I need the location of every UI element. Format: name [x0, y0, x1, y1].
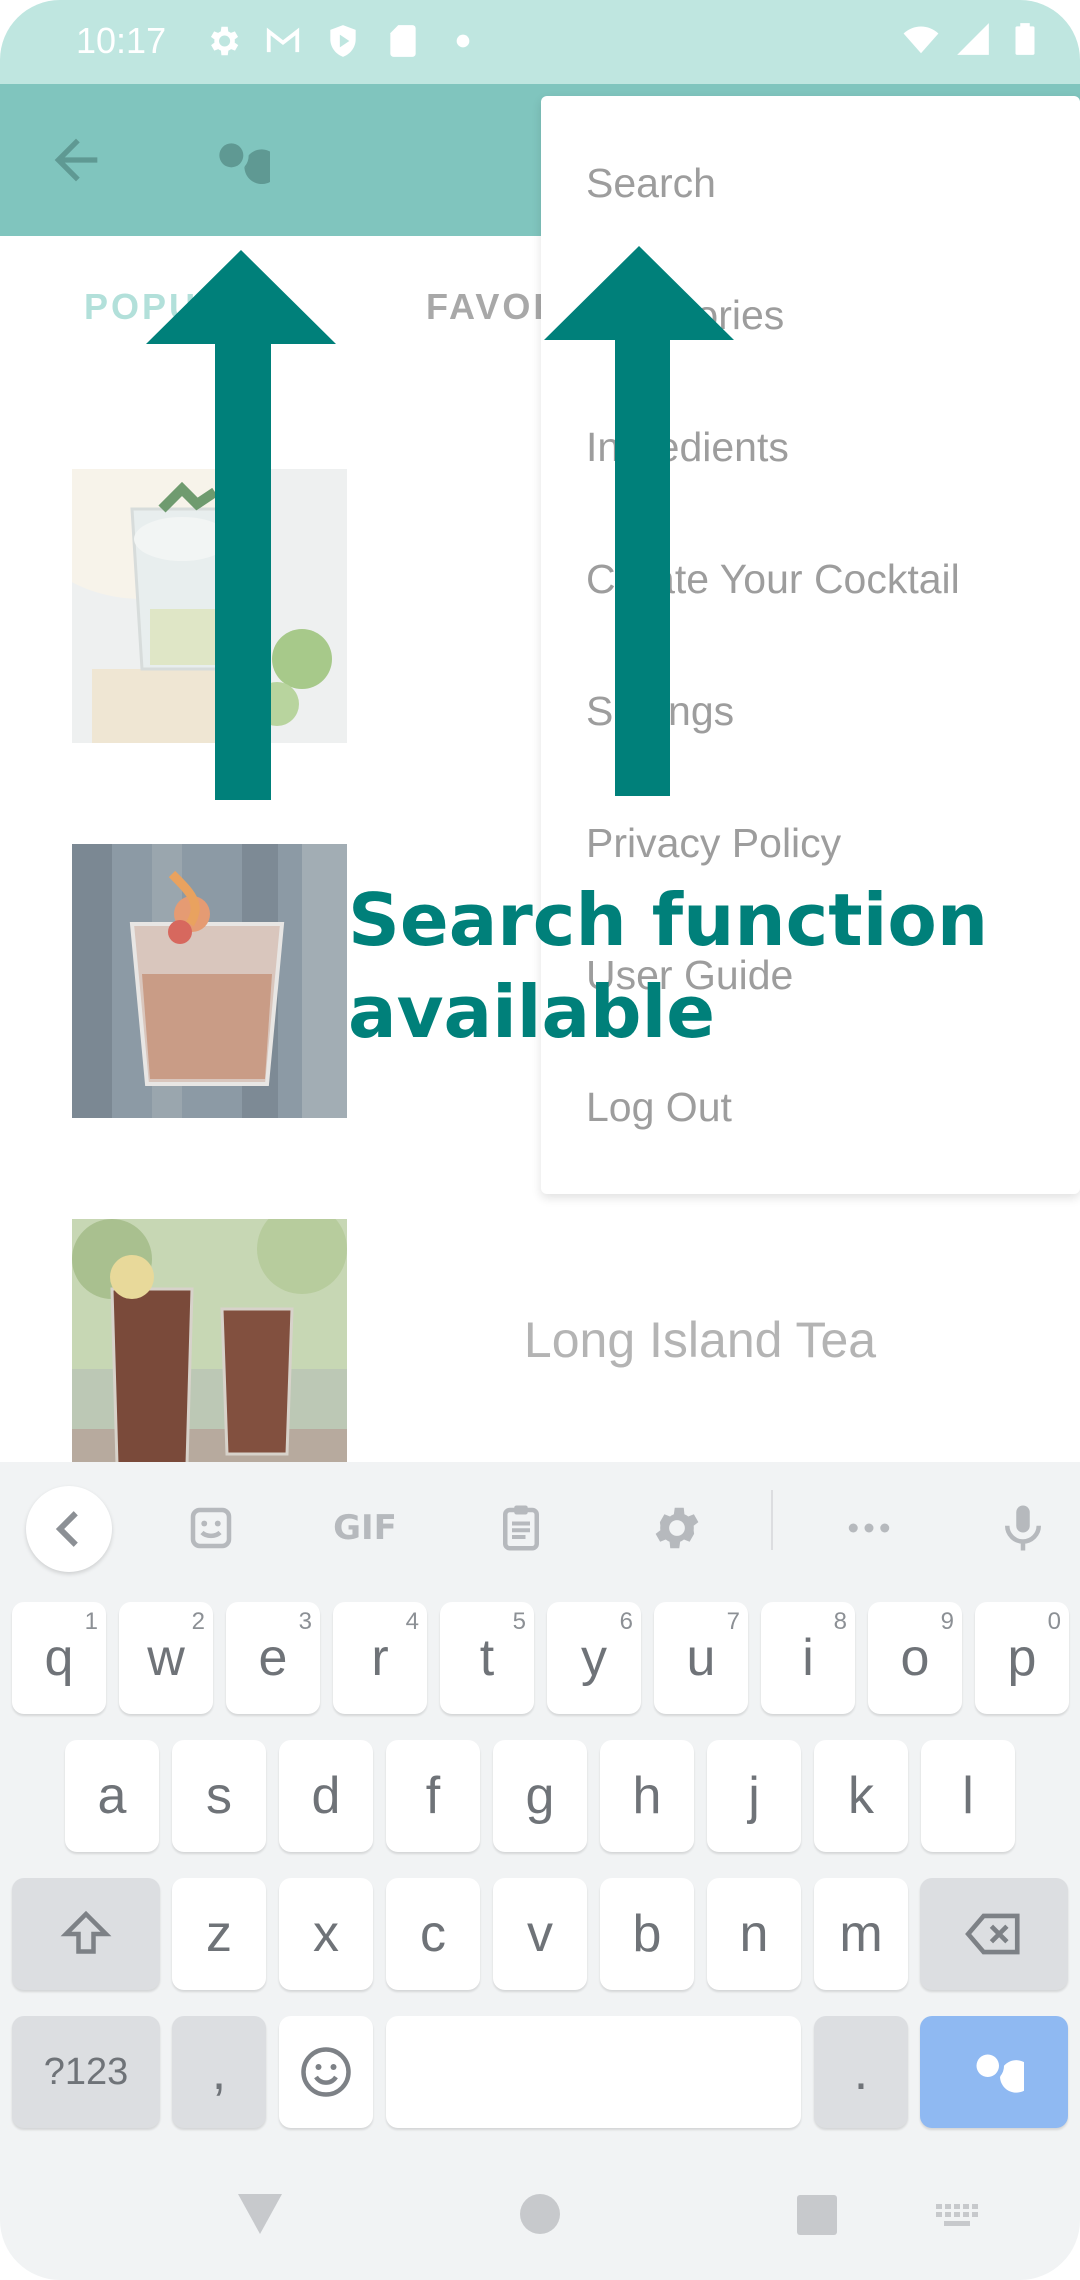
keyboard-icon[interactable]	[934, 2202, 980, 2232]
shield-icon	[324, 22, 362, 60]
key-label: q	[44, 1629, 74, 1687]
menu-item-search[interactable]: Search	[586, 160, 716, 207]
annotation-arrow-right	[544, 246, 734, 796]
key-label: i	[802, 1629, 814, 1687]
list-item-title: Long Island Tea	[523, 1312, 877, 1368]
home-circle-icon[interactable]	[518, 2192, 562, 2236]
key-label: y	[581, 1629, 607, 1687]
key-hint: 2	[191, 1608, 205, 1635]
space-key[interactable]	[386, 2016, 801, 2128]
dot-icon	[444, 22, 482, 60]
key-y[interactable]: y6	[547, 1602, 641, 1714]
key-hint: 6	[619, 1608, 633, 1635]
wifi-icon	[902, 20, 940, 58]
key-g[interactable]: g	[493, 1740, 587, 1852]
key-u[interactable]: u7	[654, 1602, 748, 1714]
key-label: e	[258, 1629, 288, 1687]
key-hint: 0	[1047, 1608, 1061, 1635]
annotation-line-2: available	[348, 970, 716, 1054]
key-t[interactable]: t5	[440, 1602, 534, 1714]
key-v[interactable]: v	[493, 1878, 587, 1990]
key-s[interactable]: s	[172, 1740, 266, 1852]
key-z[interactable]: z	[172, 1878, 266, 1990]
comma-key[interactable]: ,	[172, 2016, 266, 2128]
shift-icon	[60, 1910, 112, 1954]
long-island-tea-photo	[72, 1219, 347, 1493]
mic-icon[interactable]	[980, 1486, 1066, 1570]
backspace-icon	[965, 1913, 1020, 1955]
key-j[interactable]: j	[707, 1740, 801, 1852]
key-d[interactable]: d	[279, 1740, 373, 1852]
search-icon[interactable]	[206, 130, 280, 194]
key-e[interactable]: e3	[226, 1602, 320, 1714]
key-label: u	[686, 1629, 716, 1687]
key-label: o	[900, 1629, 930, 1687]
gmail-icon	[264, 22, 302, 60]
keyboard-search-key[interactable]	[920, 2016, 1068, 2128]
gif-button[interactable]: GIF	[322, 1486, 408, 1570]
key-hint: 5	[512, 1608, 526, 1635]
key-hint: 4	[405, 1608, 419, 1635]
annotation-line-1: Search function	[348, 878, 989, 962]
backspace-key[interactable]	[920, 1878, 1068, 1990]
status-bar: 10:17	[0, 0, 1080, 84]
annotation-arrow-left	[146, 250, 336, 800]
signal-icon	[954, 20, 992, 58]
period-key[interactable]: .	[814, 2016, 908, 2128]
key-o[interactable]: o9	[868, 1602, 962, 1714]
key-r[interactable]: r4	[333, 1602, 427, 1714]
emoji-icon	[301, 2047, 351, 2097]
key-p[interactable]: p0	[975, 1602, 1069, 1714]
sticker-icon[interactable]	[168, 1486, 254, 1570]
key-a[interactable]: a	[65, 1740, 159, 1852]
key-hint: 1	[84, 1608, 98, 1635]
symbols-key[interactable]: ?123	[12, 2016, 160, 2128]
toolbar-divider	[771, 1490, 773, 1550]
key-n[interactable]: n	[707, 1878, 801, 1990]
key-f[interactable]: f	[386, 1740, 480, 1852]
navigation-bar	[0, 2150, 1080, 2280]
battery-icon	[1006, 20, 1044, 58]
old-fashioned-photo	[72, 844, 347, 1118]
key-label: r	[371, 1629, 389, 1687]
keyboard-toolbar: GIF	[0, 1462, 1080, 1580]
more-icon[interactable]	[826, 1486, 912, 1570]
key-q[interactable]: q1	[12, 1602, 106, 1714]
key-i[interactable]: i8	[761, 1602, 855, 1714]
search-icon	[976, 2054, 1024, 2093]
arrow-back-icon[interactable]	[44, 128, 108, 192]
chevron-left-icon[interactable]	[26, 1486, 112, 1572]
key-b[interactable]: b	[600, 1878, 694, 1990]
menu-item-log-out[interactable]: Log Out	[586, 1084, 732, 1131]
status-time: 10:17	[76, 20, 167, 61]
shift-key[interactable]	[12, 1878, 160, 1990]
key-w[interactable]: w2	[119, 1602, 213, 1714]
key-h[interactable]: h	[600, 1740, 694, 1852]
gear-icon[interactable]	[634, 1486, 720, 1570]
clipboard-icon[interactable]	[478, 1486, 564, 1570]
key-hint: 7	[726, 1608, 740, 1635]
sdcard-icon	[384, 22, 422, 60]
key-hint: 3	[298, 1608, 312, 1635]
phone-screen: 10:17 POPULAR Long Island Tea Search Ing…	[0, 0, 1080, 2280]
key-hint: 9	[940, 1608, 954, 1635]
back-triangle-icon[interactable]	[236, 2192, 284, 2236]
key-label: w	[147, 1629, 185, 1687]
emoji-key[interactable]	[279, 2016, 373, 2128]
key-k[interactable]: k	[814, 1740, 908, 1852]
key-l[interactable]: l	[921, 1740, 1015, 1852]
key-label: p	[1007, 1629, 1037, 1687]
key-x[interactable]: x	[279, 1878, 373, 1990]
key-m[interactable]: m	[814, 1878, 908, 1990]
list-item[interactable]: Long Island Tea	[0, 1219, 1080, 1493]
menu-item-privacy-policy[interactable]: Privacy Policy	[586, 820, 841, 867]
recents-square-icon[interactable]	[796, 2194, 838, 2236]
gear-icon	[204, 22, 242, 60]
key-c[interactable]: c	[386, 1878, 480, 1990]
key-hint: 8	[833, 1608, 847, 1635]
key-label: t	[479, 1629, 495, 1687]
annotation-text: Search function available	[348, 874, 988, 1058]
